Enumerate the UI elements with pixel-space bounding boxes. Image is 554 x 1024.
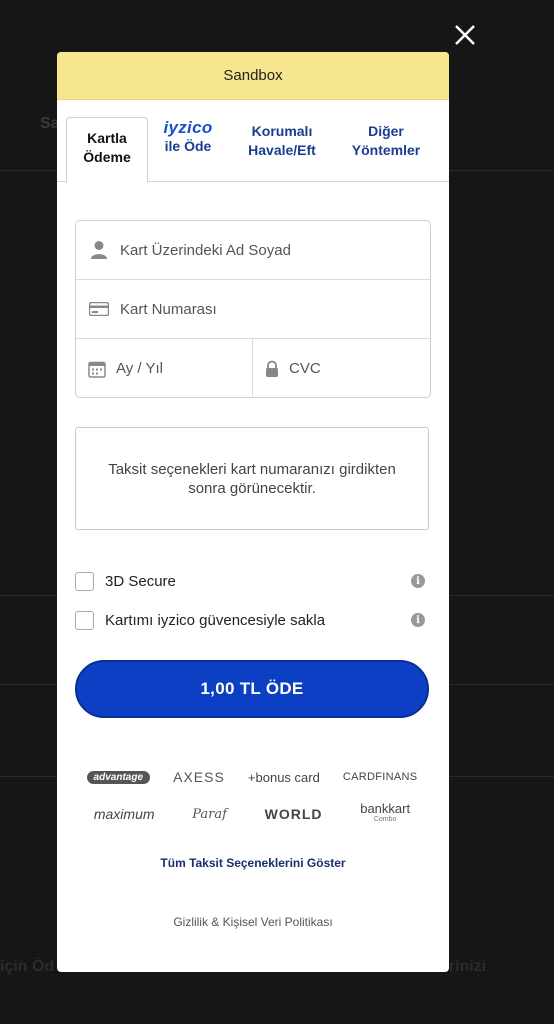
3d-secure-option: 3D Secure i (75, 569, 425, 593)
tab-protected-transfer[interactable]: Korumalı Havale/Eft (237, 122, 327, 160)
installment-info-box: Taksit seçenekleri kart numaranızı girdi… (75, 427, 429, 530)
iyzico-logo: iyzico (163, 118, 213, 137)
close-icon (455, 25, 475, 45)
save-card-label[interactable]: Kartımı iyzico güvencesiyle sakla (105, 612, 411, 629)
sandbox-banner: Sandbox (57, 52, 449, 100)
info-icon[interactable]: i (411, 574, 425, 588)
save-card-checkbox[interactable] (75, 610, 94, 630)
card-number-input[interactable] (120, 289, 430, 329)
logo-row: maximum Paraf WORLD bankkart Combo (75, 801, 429, 827)
3d-secure-label[interactable]: 3D Secure (105, 573, 411, 590)
calendar-icon (88, 358, 106, 380)
axess-logo: AXESS (173, 769, 225, 785)
tab-label-line1: Kartla (87, 130, 127, 146)
expiry-field (76, 339, 315, 398)
maximum-logo: maximum (93, 806, 155, 822)
user-icon (88, 239, 110, 261)
close-button[interactable] (452, 22, 478, 48)
expiry-cvc-row: 123 (76, 339, 449, 398)
tab-label-line2: Ödeme (83, 149, 131, 165)
tab-iyzico-pay[interactable]: iyzico ile Öde (153, 118, 223, 156)
cvc-input[interactable] (289, 348, 449, 389)
world-logo: WORLD (264, 806, 323, 822)
card-number-row (76, 280, 430, 339)
cardholder-name-input[interactable] (120, 230, 430, 270)
bg-bottom-text-left: için Öd (0, 958, 55, 975)
save-card-option: Kartımı iyzico güvencesiyle sakla i (75, 608, 425, 632)
advantage-logo: advantage (86, 770, 151, 784)
show-all-installments-link[interactable]: Tüm Taksit Seçeneklerini Göster (57, 856, 449, 870)
cardholder-name-row (76, 221, 430, 280)
logo-row: advantage AXESS +bonus card CARDFINANS (75, 764, 429, 790)
paraf-logo: Paraf (192, 806, 227, 822)
privacy-policy-link[interactable]: Gizlilik & Kişisel Veri Politikası (57, 915, 449, 929)
tab-other-methods[interactable]: Diğer Yöntemler (341, 122, 431, 160)
tab-label-line1: Korumalı (251, 123, 313, 139)
payment-method-tabs: Kartla Ödeme iyzico ile Öde Korumalı Hav… (57, 100, 449, 183)
payment-modal: Sandbox Kartla Ödeme iyzico ile Öde Koru… (57, 52, 449, 972)
tab-label-line2: ile Öde (164, 138, 212, 154)
tab-card-payment[interactable]: Kartla Ödeme (66, 117, 148, 183)
cvc-field: 123 (253, 339, 449, 398)
lock-icon (265, 358, 279, 380)
card-form: 123 (75, 220, 449, 398)
info-icon[interactable]: i (411, 613, 425, 627)
tab-label-line1: Diğer (368, 123, 404, 139)
tab-label-line2: Havale/Eft (248, 142, 316, 158)
3d-secure-checkbox[interactable] (75, 571, 94, 591)
cardfinans-logo: CARDFINANS (342, 771, 418, 783)
bankkart-logo: bankkart Combo (360, 802, 410, 825)
installment-info-text: Taksit seçenekleri kart numaranızı girdi… (108, 460, 396, 497)
card-program-logos: advantage AXESS +bonus card CARDFINANS m… (75, 764, 429, 838)
bonus-card-logo: +bonus card (247, 769, 320, 785)
tab-label-line2: Yöntemler (351, 142, 421, 158)
pay-button[interactable]: 1,00 TL ÖDE (75, 660, 429, 718)
credit-card-icon (88, 298, 110, 320)
